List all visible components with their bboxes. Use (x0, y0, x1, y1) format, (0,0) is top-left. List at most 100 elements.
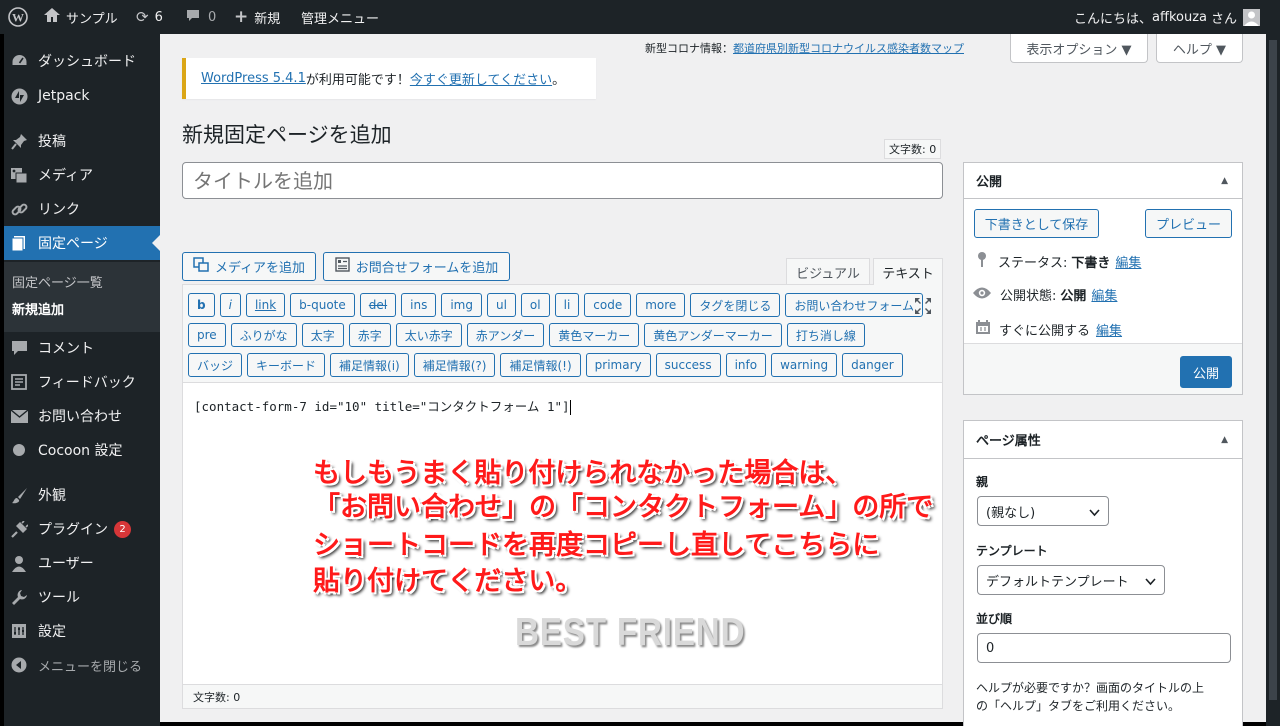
menu-contact[interactable]: お問い合わせ (4, 399, 160, 433)
page-icon (10, 234, 28, 252)
pages-submenu: 固定ページ一覧 新規追加 (4, 262, 160, 332)
new-content-link[interactable]: + 新規 (234, 0, 280, 34)
quicktag-button[interactable]: ol (520, 293, 550, 317)
quicktag-button[interactable]: li (554, 293, 580, 317)
comments-link[interactable]: 0 (186, 0, 216, 34)
quicktag-button[interactable]: 黄色アンダーマーカー (644, 323, 782, 347)
collapse-up-icon[interactable]: ▲ (1221, 435, 1228, 445)
quicktag-button[interactable]: img (441, 293, 482, 317)
menu-comments[interactable]: コメント (4, 331, 160, 365)
quicktag-button[interactable]: danger (842, 353, 903, 377)
save-draft-button[interactable]: 下書きとして保存 (974, 209, 1099, 238)
status-label: ステータス: (998, 256, 1068, 271)
quicktag-button[interactable]: 補足情報(?) (413, 353, 496, 377)
notice-text: が利用可能です！ (305, 73, 410, 88)
quicktag-button[interactable]: warning (771, 353, 838, 377)
quicktag-button[interactable]: 黄色マーカー (549, 323, 640, 347)
menu-users[interactable]: ユーザー (4, 546, 160, 580)
quicktag-button[interactable]: i (219, 293, 241, 317)
tab-visual[interactable]: ビジュアル (786, 258, 870, 285)
tab-text[interactable]: テキスト (873, 258, 943, 285)
chevron-down-icon (1089, 506, 1100, 521)
template-select[interactable]: デフォルトテンプレート (977, 565, 1165, 595)
updates-link[interactable]: ⟳ 6 (136, 0, 163, 34)
quicktag-button[interactable]: 補足情報(i) (330, 353, 409, 377)
quicktag-button[interactable]: 赤アンダー (466, 323, 545, 347)
preview-button[interactable]: プレビュー (1145, 209, 1232, 238)
order-input[interactable] (977, 633, 1231, 663)
wordpress-logo-icon[interactable]: W (8, 0, 32, 34)
quicktag-button[interactable]: バッジ (188, 353, 243, 377)
menu-cocoon-settings[interactable]: Cocoon 設定 (4, 433, 160, 467)
menu-label: お問い合わせ (38, 409, 122, 425)
menu-collapse[interactable]: メニューを閉じる (4, 648, 160, 682)
template-label: テンプレート (976, 544, 1048, 558)
admin-menu-link[interactable]: 管理メニュー (301, 0, 379, 34)
page-attributes-header[interactable]: ページ属性 ▲ (964, 421, 1242, 459)
quicktag-button[interactable]: 太字 (301, 323, 344, 347)
quicktag-button[interactable]: code (584, 293, 632, 317)
quicktag-button[interactable]: 赤字 (348, 323, 391, 347)
quicktags-row-1: b i link b-quote del ins img ul ol li code more タグを閉… (188, 293, 928, 317)
editor-textarea[interactable]: [contact-form-7 id="10" title="コンタクトフォーム… (194, 396, 571, 415)
menu-pages[interactable]: 固定ページ (4, 226, 160, 260)
edit-schedule-link[interactable]: 編集 (1096, 320, 1122, 339)
menu-plugins[interactable]: プラグイン 2 (4, 512, 160, 546)
add-media-button[interactable]: メディアを追加 (182, 252, 316, 281)
title-input[interactable] (182, 162, 943, 199)
quicktag-button[interactable]: more (636, 293, 686, 317)
menu-tools[interactable]: ツール (4, 580, 160, 614)
quicktag-button[interactable]: ul (486, 293, 516, 317)
watermark: BEST FRIEND (515, 611, 746, 654)
scrollbar-thumb[interactable] (1269, 40, 1277, 700)
menu-label: 設定 (38, 624, 66, 640)
menu-posts[interactable]: 投稿 (4, 124, 160, 158)
covid-map-link[interactable]: 都道府県別新型コロナウイルス感染者数マップ (733, 42, 964, 55)
wp-version-link[interactable]: WordPress 5.4.1 (201, 71, 306, 86)
quicktag-button[interactable]: ふりがな (230, 323, 297, 347)
quicktag-button[interactable]: お問い合わせフォーム (785, 293, 923, 317)
circle-icon (10, 441, 28, 459)
screen-options-button[interactable]: 表示オプション ▼ (1010, 34, 1148, 63)
menu-media[interactable]: メディア (4, 158, 160, 192)
collapse-up-icon[interactable]: ▲ (1221, 176, 1228, 186)
edit-status-link[interactable]: 編集 (1115, 252, 1141, 271)
quicktag-button[interactable]: 太い赤字 (395, 323, 462, 347)
edit-visibility-link[interactable]: 編集 (1091, 285, 1117, 304)
publish-button[interactable]: 公開 (1180, 356, 1232, 388)
quicktag-button[interactable]: del (359, 293, 397, 317)
quicktags-row-2: pre ふりがな 太字 赤字 太い赤字 赤アンダー 黄色マーカー 黄色アンダーマーカー 打ち消し… (188, 323, 870, 347)
quicktag-button[interactable]: 打ち消し線 (786, 323, 865, 347)
quicktag-button[interactable]: 補足情報(!) (500, 353, 581, 377)
submenu-all-pages[interactable]: 固定ページ一覧 (12, 272, 103, 291)
submenu-add-new[interactable]: 新規追加 (12, 299, 64, 318)
quicktag-button[interactable]: タグを閉じる (690, 293, 781, 317)
quicktag-button[interactable]: info (725, 353, 767, 377)
my-account-link[interactable]: こんにちは、 affkouza さん (1074, 0, 1261, 34)
parent-select[interactable]: (親なし) (977, 496, 1109, 526)
fullscreen-icon[interactable] (914, 297, 932, 315)
publish-box-header[interactable]: 公開 ▲ (964, 163, 1242, 199)
site-name-link[interactable]: サンプル (44, 0, 118, 34)
menu-label: メニューを閉じる (38, 659, 143, 675)
quicktag-button[interactable]: success (655, 353, 721, 377)
menu-feedback[interactable]: フィードバック (4, 365, 160, 399)
menu-dashboard[interactable]: ダッシュボード (4, 44, 160, 78)
quicktag-button[interactable]: ins (401, 293, 437, 317)
title-char-count: 文字数: 0 (884, 139, 942, 159)
quicktag-button[interactable]: b-quote (290, 293, 355, 317)
scrollbar[interactable] (1266, 34, 1280, 726)
menu-jetpack[interactable]: Jetpack (4, 79, 160, 113)
quicktag-button[interactable]: b (188, 293, 215, 317)
add-contact-form-button[interactable]: お問合せフォームを追加 (323, 252, 510, 281)
quicktag-button[interactable]: キーボード (247, 353, 326, 377)
quicktag-button[interactable]: link (245, 293, 286, 317)
menu-links[interactable]: リンク (4, 192, 160, 226)
plugin-update-badge: 2 (114, 520, 131, 538)
menu-appearance[interactable]: 外観 (4, 478, 160, 512)
quicktag-button[interactable]: primary (585, 353, 651, 377)
menu-settings[interactable]: 設定 (4, 614, 160, 648)
help-button[interactable]: ヘルプ ▼ (1156, 34, 1243, 63)
update-now-link[interactable]: 今すぐ更新してください (410, 69, 552, 88)
quicktag-button[interactable]: pre (188, 323, 226, 347)
